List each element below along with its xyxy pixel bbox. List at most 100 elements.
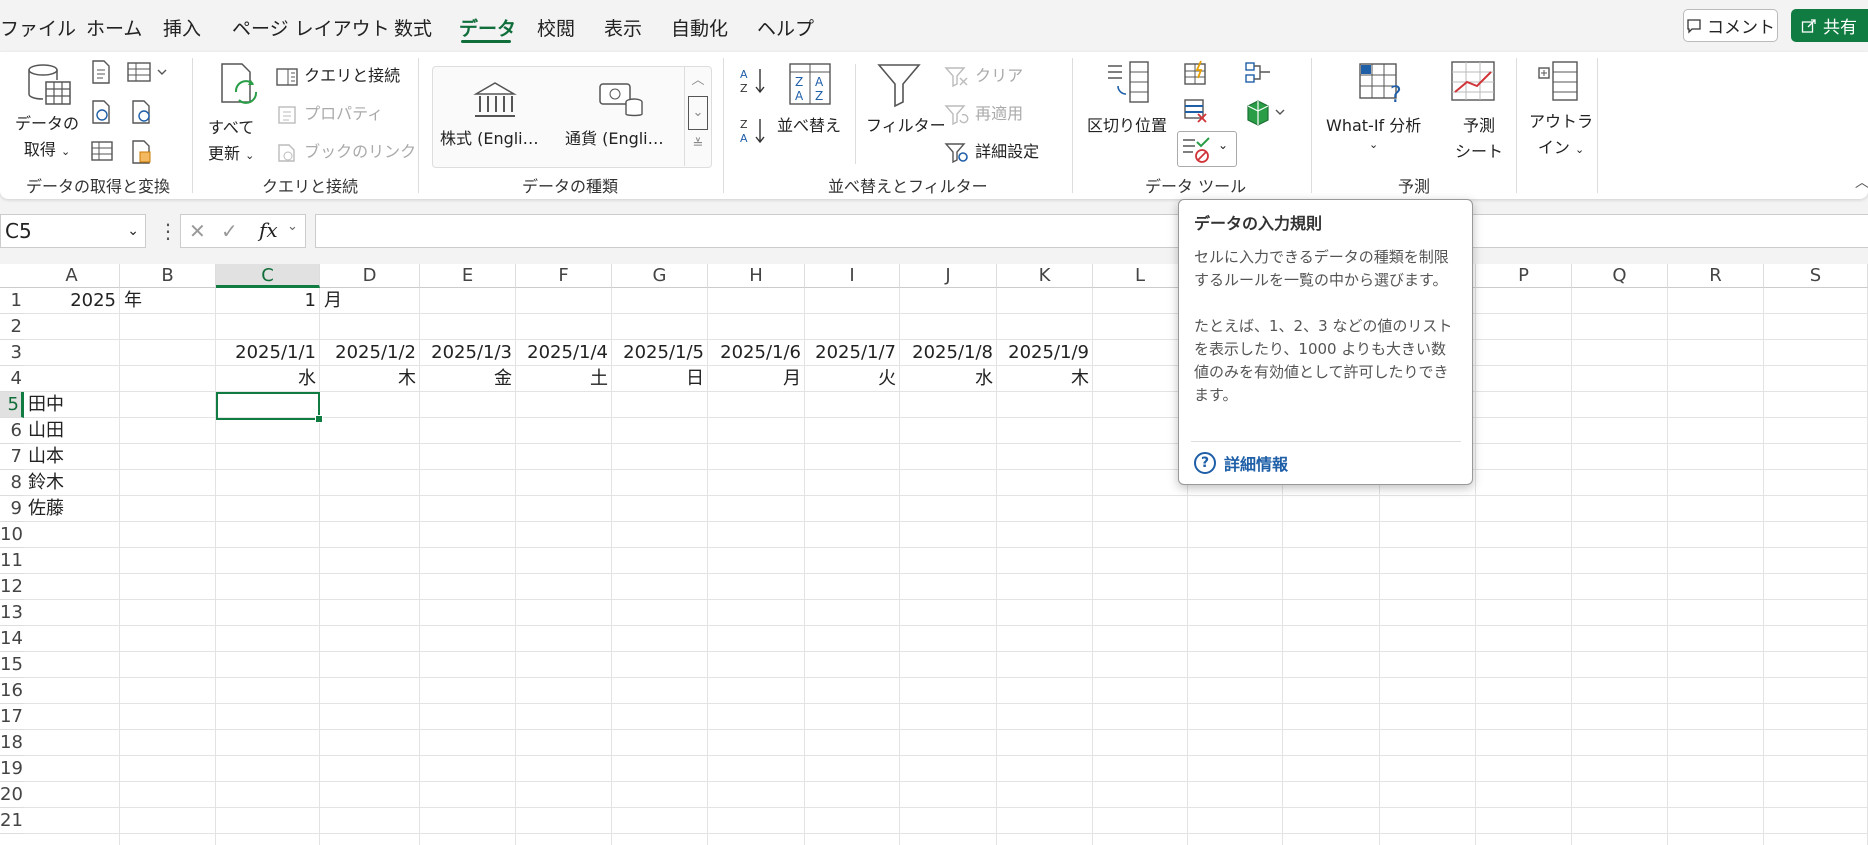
filter-button[interactable]: フィルター [866, 112, 946, 136]
date-cell[interactable]: 2025/1/6 [708, 340, 805, 366]
name-cell[interactable]: 山田 [28, 418, 120, 444]
remove-duplicates-icon[interactable] [1183, 98, 1209, 128]
existing-connections-icon[interactable] [130, 100, 154, 128]
weekday-cell[interactable]: 月 [708, 366, 805, 392]
sort-ascending-icon[interactable]: AZ [740, 66, 768, 100]
stocks-button[interactable]: 株式 (Engli… [440, 125, 539, 149]
row-header-20[interactable]: 20 [0, 782, 24, 808]
row-header-1[interactable]: 1 [0, 288, 24, 314]
recent-workbooks-icon[interactable] [130, 140, 154, 168]
cell-a1[interactable]: 2025 [24, 288, 120, 314]
row-header-7[interactable]: 7 [0, 444, 24, 470]
refresh-all-button[interactable]: すべて 更新 ⌄ [208, 114, 254, 164]
text-to-columns-button[interactable]: 区切り位置 [1087, 112, 1167, 136]
get-data-button[interactable]: データの 取得 ⌄ [15, 110, 79, 160]
name-box[interactable]: C5 ⌄ [0, 214, 146, 248]
outline-button[interactable]: アウトラ イン ⌄ [1529, 108, 1593, 158]
cancel-icon[interactable]: ✕ [189, 219, 206, 243]
from-web-icon[interactable] [90, 100, 112, 128]
tab-insert[interactable]: 挿入 [163, 14, 201, 41]
from-table-icon[interactable] [90, 140, 114, 166]
selected-cell-border[interactable] [216, 392, 320, 420]
weekday-cell[interactable]: 日 [612, 366, 708, 392]
date-cell[interactable]: 2025/1/2 [320, 340, 420, 366]
share-button[interactable]: 共有 [1791, 9, 1868, 42]
tab-file[interactable]: ファイル [0, 14, 76, 41]
date-cell[interactable]: 2025/1/8 [900, 340, 997, 366]
gallery-scroll[interactable]: ︿ ⌄ ≚ [684, 66, 711, 166]
weekday-cell[interactable]: 金 [420, 366, 516, 392]
column-header-l[interactable]: L [1093, 264, 1188, 288]
reapply-button[interactable]: 再適用 [944, 100, 1023, 126]
tab-page-layout[interactable]: ページ レイアウト [232, 14, 390, 41]
column-header-i[interactable]: I [805, 264, 900, 288]
column-header-q[interactable]: Q [1572, 264, 1668, 288]
cell-c1[interactable]: 1 [216, 288, 320, 314]
chevron-down-icon[interactable]: ⌄ [127, 215, 139, 247]
row-header-18[interactable]: 18 [0, 730, 24, 756]
name-cell[interactable]: 山本 [28, 444, 120, 470]
column-header-p[interactable]: P [1476, 264, 1572, 288]
edit-links-button[interactable]: ブックのリンク [275, 138, 416, 163]
date-cell[interactable]: 2025/1/1 [216, 340, 320, 366]
comment-button[interactable]: コメント [1683, 9, 1778, 42]
currencies-button[interactable]: 通貨 (Engli… [565, 125, 664, 149]
from-text-icon[interactable] [90, 60, 112, 88]
column-header-f[interactable]: F [516, 264, 612, 288]
name-cell[interactable]: 佐藤 [28, 496, 120, 522]
properties-button[interactable]: プロパティ [275, 100, 383, 125]
chevron-down-icon[interactable]: ⌄ [287, 219, 298, 234]
row-header-6[interactable]: 6 [0, 418, 24, 444]
row-header-21[interactable]: 21 [0, 808, 24, 834]
data-validation-button[interactable]: ⌄ [1177, 131, 1237, 167]
date-cell[interactable]: 2025/1/9 [997, 340, 1093, 366]
cell-d1[interactable]: 月 [324, 288, 420, 314]
cell-b1[interactable]: 年 [124, 288, 216, 314]
row-header-5[interactable]: 5 [0, 392, 24, 418]
row-header-19[interactable]: 19 [0, 756, 24, 782]
consolidate-icon[interactable] [1244, 60, 1272, 90]
row-header-13[interactable]: 13 [0, 600, 24, 626]
recent-sources-icon[interactable] [126, 60, 168, 88]
sort-button[interactable]: 並べ替え [777, 112, 841, 136]
weekday-cell[interactable]: 土 [516, 366, 612, 392]
sort-descending-icon[interactable]: ZA [740, 116, 768, 150]
tab-review[interactable]: 校閲 [537, 14, 575, 41]
tell-me-more-link[interactable]: ? 詳細情報 [1194, 451, 1288, 475]
data-model-icon[interactable] [1244, 98, 1288, 130]
date-cell[interactable]: 2025/1/7 [805, 340, 900, 366]
date-cell[interactable]: 2025/1/3 [420, 340, 516, 366]
row-header-11[interactable]: 11 [0, 548, 24, 574]
clear-button[interactable]: クリア [944, 62, 1023, 88]
column-header-k[interactable]: K [997, 264, 1093, 288]
tab-automate[interactable]: 自動化 [671, 14, 728, 41]
column-header-a[interactable]: A [24, 264, 120, 288]
select-all-corner[interactable] [0, 264, 24, 288]
insert-function-button[interactable]: fx [259, 218, 278, 242]
more-options-icon[interactable]: ⋮ [158, 218, 178, 244]
column-header-c[interactable]: C [216, 264, 320, 288]
weekday-cell[interactable]: 火 [805, 366, 900, 392]
name-cell[interactable]: 鈴木 [28, 470, 120, 496]
weekday-cell[interactable]: 木 [320, 366, 420, 392]
chevron-down-icon[interactable]: ⌄ [1218, 138, 1228, 152]
tab-data[interactable]: データ [459, 14, 516, 41]
column-header-r[interactable]: R [1668, 264, 1764, 288]
column-header-d[interactable]: D [320, 264, 420, 288]
column-header-b[interactable]: B [120, 264, 216, 288]
scroll-down-icon[interactable]: ⌄ [688, 96, 708, 130]
row-header-15[interactable]: 15 [0, 652, 24, 678]
fill-handle[interactable] [315, 415, 323, 423]
weekday-cell[interactable]: 水 [900, 366, 997, 392]
row-header-3[interactable]: 3 [0, 340, 24, 366]
row-header-4[interactable]: 4 [0, 366, 24, 392]
row-header-2[interactable]: 2 [0, 314, 24, 340]
row-header-10[interactable]: 10 [0, 522, 24, 548]
row-header-12[interactable]: 12 [0, 574, 24, 600]
flash-fill-icon[interactable] [1183, 60, 1209, 90]
date-cell[interactable]: 2025/1/4 [516, 340, 612, 366]
tab-home[interactable]: ホーム [86, 14, 142, 41]
queries-connections-button[interactable]: クエリと接続 [275, 62, 400, 87]
weekday-cell[interactable]: 木 [997, 366, 1093, 392]
expand-gallery-icon[interactable]: ≚ [685, 130, 711, 160]
